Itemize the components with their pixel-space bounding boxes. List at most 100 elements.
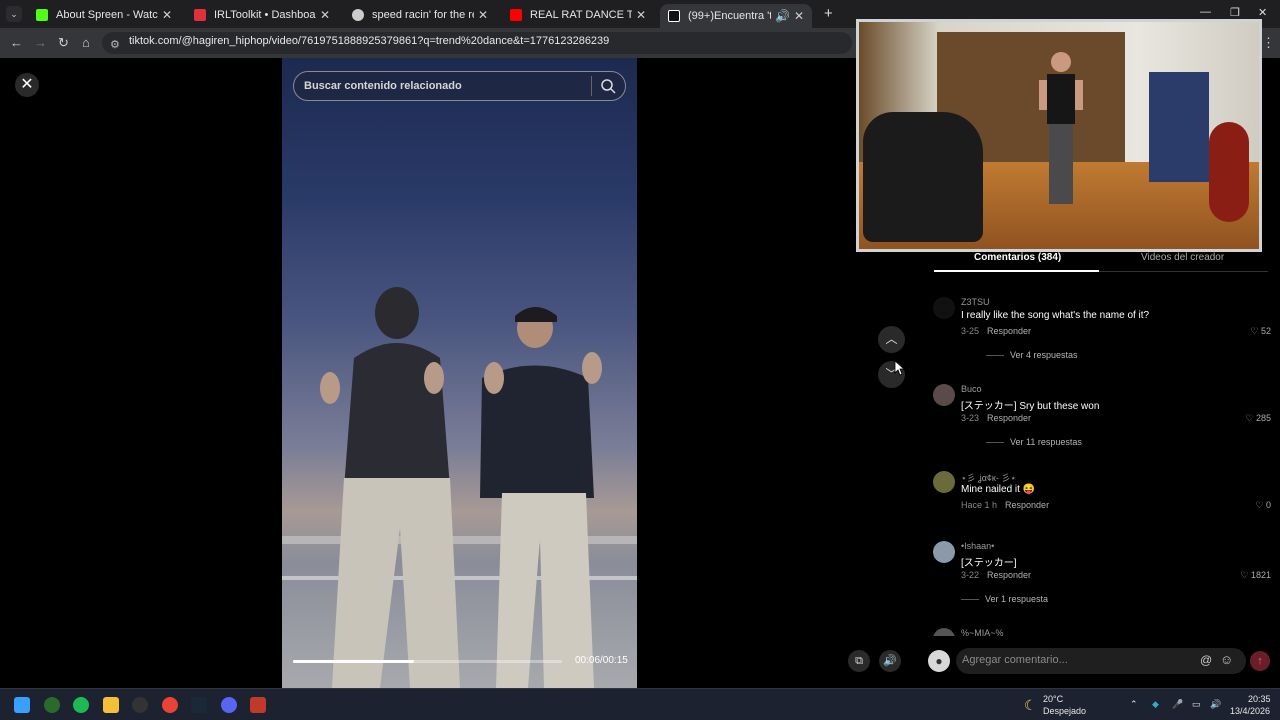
view-replies-button[interactable]: Ver 1 respuesta [961, 594, 1048, 604]
network-icon[interactable]: ▭ [1192, 699, 1201, 710]
tab-speed-racin[interactable]: speed racin' for the record TRA ✕ [344, 4, 496, 26]
comment-placeholder: Agregar comentario... [962, 654, 1068, 666]
maximize-icon[interactable]: ❐ [1230, 6, 1240, 19]
like-count: 52 [1260, 326, 1271, 336]
emoji-icon[interactable]: ☺ [1220, 652, 1233, 667]
comment-username[interactable]: •Ishaan• [961, 541, 994, 551]
site-info-icon[interactable]: ⚙ [110, 38, 120, 51]
reply-button[interactable]: Responder [987, 570, 1031, 580]
comment-username[interactable]: Z3TSU [961, 297, 990, 307]
avatar[interactable] [933, 628, 955, 636]
clock-time[interactable]: 20:35 [1248, 694, 1271, 704]
avatar[interactable] [933, 297, 955, 319]
google-favicon-icon [352, 9, 364, 21]
tray-chevron-icon[interactable]: ⌃ [1130, 699, 1138, 710]
volume-button[interactable]: 🔊 [879, 650, 901, 672]
tab-tiktok[interactable]: (99+)Encuentra 'trend danc 🔊 ✕ [660, 4, 812, 28]
panel-tabs: Comentarios (384) Videos del creador [934, 250, 1268, 272]
avatar[interactable] [933, 541, 955, 563]
reply-button[interactable]: Responder [987, 326, 1031, 336]
active-tab-indicator [934, 270, 1099, 272]
browser-menu-icon[interactable]: ⋮ [1262, 35, 1275, 51]
tab-comments[interactable]: Comentarios (384) [974, 252, 1061, 263]
comment-date: 3-23 [961, 413, 980, 423]
4k-icon[interactable] [132, 697, 148, 713]
video-progress-bar[interactable] [293, 660, 562, 663]
reply-button[interactable]: Responder [987, 413, 1031, 423]
tab-title: IRLToolkit • Dashboard [214, 9, 316, 21]
tab-spreen[interactable]: About Spreen - Watch Live on ✕ [28, 4, 180, 26]
window-close-icon[interactable]: ✕ [1258, 6, 1267, 19]
search-icon[interactable] [600, 78, 616, 94]
comment-meta: Hace 1 h Responder [961, 500, 1049, 510]
new-tab-button[interactable]: + [824, 5, 833, 22]
video-frame-dancers [282, 287, 637, 688]
comment-item-partial: %~MIA~% [933, 628, 1273, 636]
avatar[interactable] [933, 471, 955, 493]
search-divider [591, 76, 592, 96]
view-replies-button[interactable]: Ver 4 respuestas [986, 350, 1078, 360]
url-text[interactable]: tiktok.com/@hagiren_hiphop/video/7619751… [129, 35, 609, 47]
discord-icon[interactable] [221, 697, 237, 713]
comment-username[interactable]: ⋆彡 ʝα¢к- 彡⋆ [961, 471, 1016, 484]
weather-temp[interactable]: 20°C [1043, 694, 1063, 704]
security-icon[interactable]: ◆ [1152, 699, 1159, 710]
comment-date: 3-22 [961, 570, 980, 580]
comment-username[interactable]: Buco [961, 384, 982, 394]
comment-date: Hace 1 h [961, 500, 998, 510]
search-placeholder: Buscar contenido relacionado [304, 80, 462, 92]
video-app-icon[interactable] [250, 697, 266, 713]
close-video-button[interactable]: ✕ [15, 73, 39, 97]
weather-condition[interactable]: Despejado [1043, 706, 1086, 716]
tab-close-icon[interactable]: ✕ [794, 9, 804, 23]
user-avatar-icon[interactable]: ● [928, 650, 950, 672]
speaker-icon[interactable]: 🔊 [1210, 699, 1221, 710]
tab-close-icon[interactable]: ✕ [320, 8, 330, 22]
like-count: 285 [1255, 413, 1271, 423]
previous-video-button[interactable]: ︿ [878, 326, 905, 353]
mouse-cursor-icon [894, 360, 904, 376]
spotify-icon[interactable] [73, 697, 89, 713]
like-button[interactable]: ♡ 285 [1245, 413, 1271, 424]
windows-icon[interactable] [14, 697, 30, 713]
minimize-icon[interactable]: — [1200, 6, 1211, 18]
forward-icon[interactable]: → [34, 35, 47, 50]
chrome-icon[interactable] [162, 697, 178, 713]
comment-input-row: ● Agregar comentario... @ ☺ ↑ [928, 648, 1273, 674]
tab-creator-videos[interactable]: Videos del creador [1141, 252, 1224, 263]
tab-rat-dance[interactable]: REAL RAT DANCE TUTORIAL ✕ [502, 4, 654, 26]
reply-button[interactable]: Responder [1005, 500, 1049, 510]
tab-title: (99+)Encuentra 'trend danc [688, 10, 771, 22]
related-search-input[interactable]: Buscar contenido relacionado [293, 71, 626, 101]
audio-playing-icon[interactable]: 🔊 [775, 9, 790, 23]
floating-player-button[interactable]: ⧉ [848, 650, 870, 672]
reload-icon[interactable]: ↻ [58, 35, 69, 51]
send-comment-button[interactable]: ↑ [1250, 651, 1270, 671]
tab-search-menu-button[interactable]: ⌄ [6, 6, 22, 22]
video-progress-fill [293, 660, 415, 663]
mention-icon[interactable]: @ [1200, 653, 1212, 667]
microphone-icon[interactable]: 🎤 [1172, 699, 1183, 710]
weather-moon-icon[interactable]: ☾ [1024, 697, 1037, 714]
clock-date[interactable]: 13/4/2026 [1230, 706, 1270, 716]
steam-icon[interactable] [191, 697, 207, 713]
comment-username[interactable]: %~MIA~% [961, 628, 1004, 636]
view-replies-button[interactable]: Ver 11 respuestas [986, 437, 1082, 447]
comment-text: Mine nailed it 😝 [961, 484, 1036, 495]
kick-icon[interactable] [44, 697, 60, 713]
back-icon[interactable]: ← [10, 35, 23, 50]
tab-irltoolkit[interactable]: IRLToolkit • Dashboard ✕ [186, 4, 338, 26]
avatar[interactable] [933, 384, 955, 406]
tab-title: About Spreen - Watch Live on [56, 9, 158, 21]
file-explorer-icon[interactable] [103, 697, 119, 713]
like-button[interactable]: ♡ 52 [1250, 326, 1271, 337]
comment-input[interactable]: Agregar comentario... @ ☺ [956, 648, 1246, 674]
tab-close-icon[interactable]: ✕ [636, 8, 646, 22]
tab-close-icon[interactable]: ✕ [162, 8, 172, 22]
comment-meta: 3-22 Responder [961, 570, 1031, 580]
like-button[interactable]: ♡ 0 [1255, 500, 1271, 511]
like-button[interactable]: ♡ 1821 [1240, 570, 1271, 581]
tab-close-icon[interactable]: ✕ [478, 8, 488, 22]
home-icon[interactable]: ⌂ [82, 35, 90, 50]
video-player[interactable] [282, 58, 637, 688]
